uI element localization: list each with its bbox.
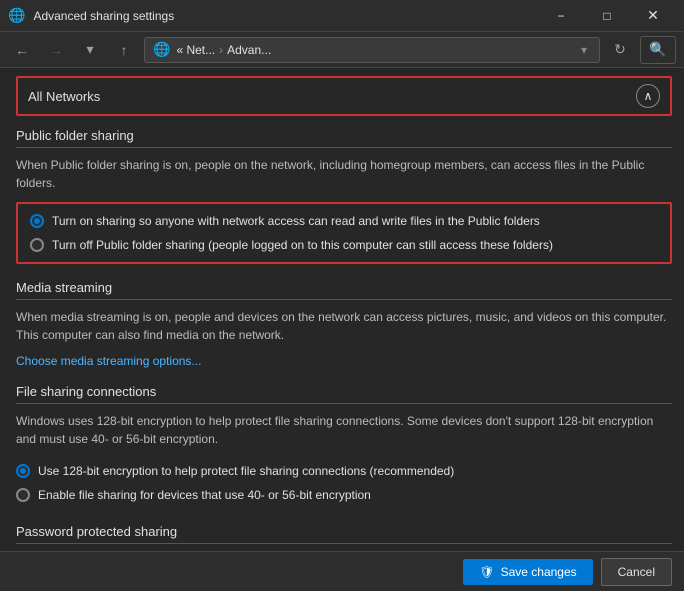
up-button[interactable]: ↑	[110, 36, 138, 64]
public-folder-title: Public folder sharing	[16, 128, 672, 148]
address-path: « Net... › Advan...	[176, 43, 271, 57]
save-label: Save changes	[501, 565, 577, 579]
public-folder-label2: Turn off Public folder sharing (people l…	[52, 236, 553, 254]
file-sharing-label2: Enable file sharing for devices that use…	[38, 486, 371, 504]
public-folder-label1: Turn on sharing so anyone with network a…	[52, 212, 540, 230]
recent-button[interactable]: ▾	[76, 36, 104, 64]
file-sharing-radio2[interactable]	[16, 488, 30, 502]
collapse-button[interactable]: ∧	[636, 84, 660, 108]
file-sharing-desc: Windows uses 128-bit encryption to help …	[16, 412, 672, 448]
media-streaming-title: Media streaming	[16, 280, 672, 300]
close-button[interactable]: ✕	[630, 0, 676, 32]
all-networks-label: All Networks	[28, 89, 636, 104]
media-streaming-desc: When media streaming is on, people and d…	[16, 308, 672, 344]
main-content: All Networks ∧ Public folder sharing Whe…	[0, 68, 684, 591]
file-sharing-option2[interactable]: Enable file sharing for devices that use…	[16, 486, 672, 504]
maximize-button[interactable]: □	[584, 0, 630, 32]
search-button[interactable]: 🔍	[640, 36, 676, 64]
address-bar: ← → ▾ ↑ 🌐 « Net... › Advan... ▾ ↻ 🔍	[0, 32, 684, 68]
scroll-area[interactable]: All Networks ∧ Public folder sharing Whe…	[0, 68, 684, 551]
public-folder-option2[interactable]: Turn off Public folder sharing (people l…	[30, 236, 658, 254]
minimize-button[interactable]: −	[538, 0, 584, 32]
file-sharing-title: File sharing connections	[16, 384, 672, 404]
refresh-button[interactable]: ↻	[606, 36, 634, 64]
title-bar: 🌐 Advanced sharing settings − □ ✕	[0, 0, 684, 32]
window-controls: − □ ✕	[538, 0, 676, 32]
public-folder-option1[interactable]: Turn on sharing so anyone with network a…	[30, 212, 658, 230]
file-sharing-section: File sharing connections Windows uses 12…	[16, 384, 684, 508]
media-streaming-link[interactable]: Choose media streaming options...	[16, 354, 201, 368]
save-icon: 🛡	[479, 565, 494, 579]
save-button[interactable]: 🛡 Save changes	[463, 559, 592, 585]
back-button[interactable]: ←	[8, 36, 36, 64]
bottom-toolbar: 🛡 Save changes Cancel	[0, 551, 684, 591]
address-dropdown-icon[interactable]: ▾	[577, 43, 591, 57]
app-icon: 🌐	[8, 7, 25, 24]
file-sharing-radio-group: Use 128-bit encryption to help protect f…	[16, 458, 672, 508]
cancel-button[interactable]: Cancel	[601, 558, 672, 586]
public-folder-desc: When Public folder sharing is on, people…	[16, 156, 672, 192]
public-folder-radio1[interactable]	[30, 214, 44, 228]
public-folder-radio-group: Turn on sharing so anyone with network a…	[16, 202, 672, 264]
address-box[interactable]: 🌐 « Net... › Advan... ▾	[144, 37, 600, 63]
path-part-1: « Net...	[176, 43, 215, 57]
forward-button[interactable]: →	[42, 36, 70, 64]
all-networks-header[interactable]: All Networks ∧	[16, 76, 672, 116]
file-sharing-radio1[interactable]	[16, 464, 30, 478]
public-folder-radio2[interactable]	[30, 238, 44, 252]
password-sharing-section: Password protected sharing When password…	[16, 524, 684, 551]
password-sharing-title: Password protected sharing	[16, 524, 672, 544]
path-separator: ›	[219, 43, 223, 57]
media-streaming-section: Media streaming When media streaming is …	[16, 280, 684, 368]
file-sharing-option1[interactable]: Use 128-bit encryption to help protect f…	[16, 462, 672, 480]
file-sharing-label1: Use 128-bit encryption to help protect f…	[38, 462, 454, 480]
window-title: Advanced sharing settings	[33, 9, 530, 23]
globe-icon: 🌐	[153, 41, 170, 58]
path-part-2: Advan...	[227, 43, 271, 57]
public-folder-section: Public folder sharing When Public folder…	[16, 128, 684, 264]
